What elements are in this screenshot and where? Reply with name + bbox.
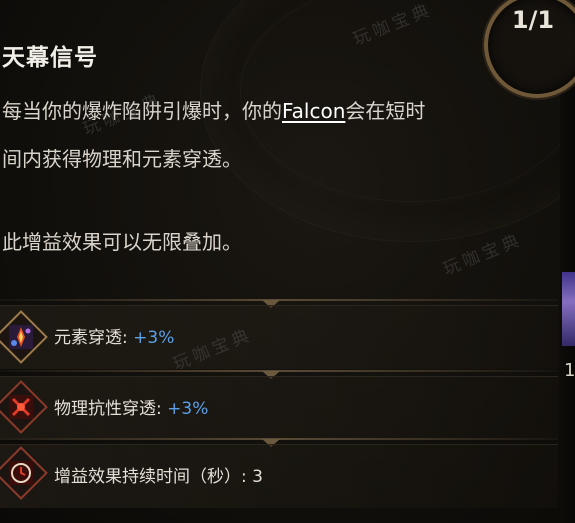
description-text: 会在短时 — [345, 99, 426, 123]
elemental-penetration-stat: 元素穿透: +3% — [54, 323, 174, 348]
description-line-1: 每当你的爆炸陷阱引爆时，你的Falcon会在短时 — [2, 97, 425, 125]
stat-value: +3% — [167, 399, 209, 419]
stat-value: +3% — [133, 328, 175, 348]
description-line-3: 此增益效果可以无限叠加。 — [2, 230, 242, 254]
skill-tooltip-panel: 1 1/1 天幕信号 每当你的爆炸陷阱引爆时，你的Falcon会在短时 间内获得… — [0, 0, 575, 523]
rank-counter: 1/1 — [511, 6, 555, 34]
skill-title: 天幕信号 — [2, 45, 98, 71]
watermark: 玩咖宝典 — [80, 89, 166, 140]
stat-label: 增益效果持续时间（秒）: — [54, 467, 253, 487]
falcon-link[interactable]: Falcon — [282, 99, 345, 123]
buff-duration-stat: 增益效果持续时间（秒）: 3 — [54, 462, 263, 487]
stat-value: 3 — [252, 467, 263, 487]
right-edge-artwork — [562, 272, 575, 346]
stat-label: 物理抗性穿透: — [54, 399, 168, 419]
right-edge-text: 1 — [564, 360, 575, 381]
description-line-2: 间内获得物理和元素穿透。 — [2, 147, 242, 171]
stat-label: 元素穿透: — [54, 328, 134, 348]
physical-penetration-stat: 物理抗性穿透: +3% — [54, 394, 208, 419]
